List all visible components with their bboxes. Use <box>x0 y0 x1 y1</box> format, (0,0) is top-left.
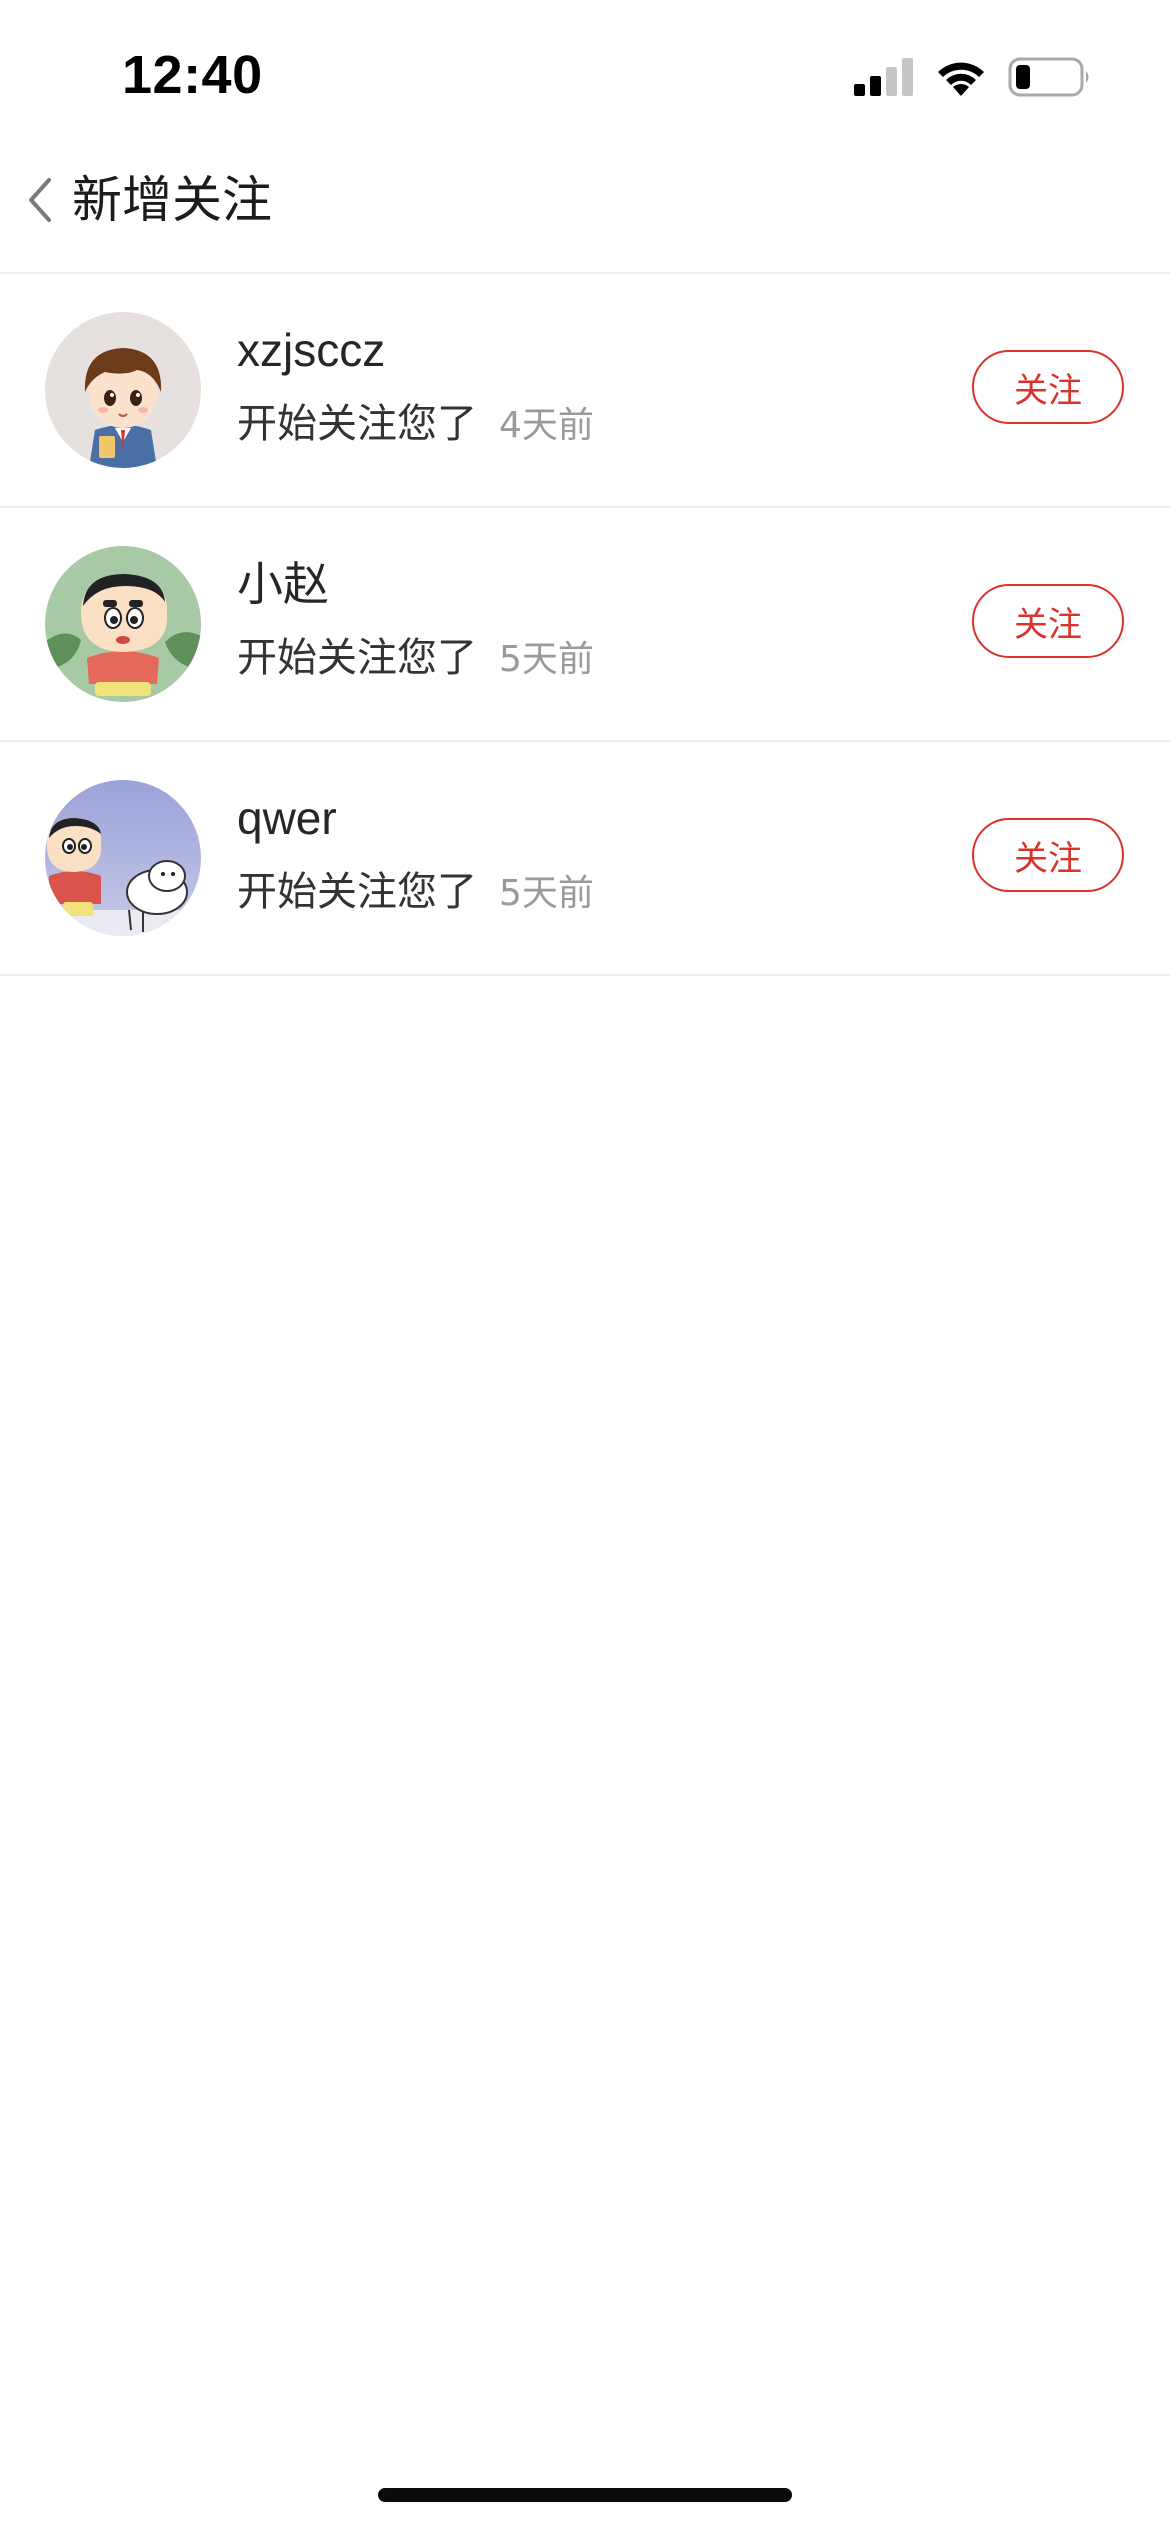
list-item[interactable]: qwer 开始关注您了 5天前 关注 <box>0 742 1170 976</box>
nav-header: 新增关注 <box>0 130 1170 274</box>
shin-chan-with-dog-avatar <box>45 780 201 936</box>
signal-icon <box>854 58 913 96</box>
follow-message: 开始关注您了 <box>237 869 477 915</box>
status-time: 12:40 <box>122 45 263 105</box>
follower-list: xzjsccz 开始关注您了 4天前 关注 小赵 开始关注您了 5天前 关注 q… <box>0 274 1170 976</box>
follow-button[interactable]: 关注 <box>972 350 1124 424</box>
avatar[interactable] <box>45 546 201 702</box>
avatar[interactable] <box>45 780 201 936</box>
home-indicator[interactable] <box>378 2488 792 2502</box>
list-item[interactable]: 小赵 开始关注您了 5天前 关注 <box>0 508 1170 742</box>
follow-message: 开始关注您了 <box>237 401 477 447</box>
follow-message: 开始关注您了 <box>237 635 477 681</box>
follow-button[interactable]: 关注 <box>972 584 1124 658</box>
chevron-left-icon <box>29 178 51 222</box>
page-title: 新增关注 <box>72 171 272 229</box>
crayon-shin-chan-avatar <box>45 546 201 702</box>
avatar[interactable] <box>45 312 201 468</box>
follow-meta: 开始关注您了 5天前 <box>237 864 594 920</box>
status-bar: 12:40 <box>0 0 1170 130</box>
cartoon-boy-avatar <box>45 312 201 468</box>
follow-time: 5天前 <box>499 873 594 914</box>
wifi-icon <box>938 62 984 96</box>
username[interactable]: 小赵 <box>237 556 329 612</box>
list-item[interactable]: xzjsccz 开始关注您了 4天前 关注 <box>0 274 1170 508</box>
username[interactable]: xzjsccz <box>237 322 385 378</box>
username[interactable]: qwer <box>237 790 337 846</box>
follow-meta: 开始关注您了 4天前 <box>237 396 594 452</box>
battery-icon <box>1008 57 1089 97</box>
follow-time: 5天前 <box>499 639 594 680</box>
back-button[interactable] <box>14 152 66 248</box>
follow-meta: 开始关注您了 5天前 <box>237 630 594 686</box>
follow-button[interactable]: 关注 <box>972 818 1124 892</box>
follow-time: 4天前 <box>499 405 594 446</box>
new-followers-screen: 12:40 新增关注 xzjsccz 开始关注您了 4天前 关注 小赵 开始关注… <box>0 0 1170 2532</box>
